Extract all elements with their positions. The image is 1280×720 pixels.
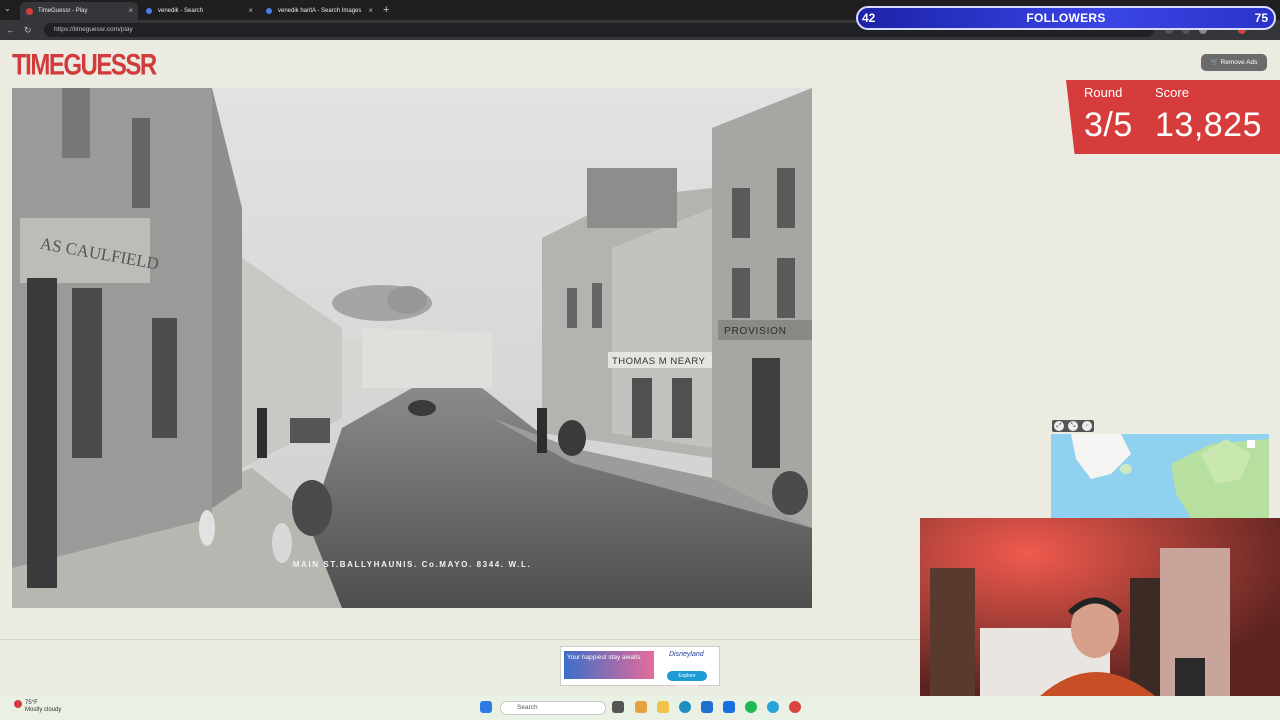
tab-venedik-images[interactable]: venedik haritA - Search Images × [260,2,378,20]
content-divider [0,639,920,640]
close-tab-icon[interactable]: × [248,2,253,20]
expand-map-icon[interactable]: ⤢ [1054,421,1064,431]
back-arrow-icon[interactable]: ← [6,24,15,36]
ad-text: Your happiest stay awaits [564,651,654,679]
tab-title: venedik - Search [158,8,204,14]
advertisement-banner[interactable]: Your happiest stay awaits Disneyland Exp… [560,646,720,689]
right-shop-sign-1: THOMAS M NEARY [612,356,706,367]
ad-explore-button[interactable]: Explore Packages [667,671,707,689]
score-label: Score [1155,85,1189,100]
task-view-icon[interactable] [612,701,624,713]
tab-list-chevron-icon[interactable]: ⌄ [4,4,11,13]
map-size-controls: ⤢ ⤡ − [1052,420,1094,432]
photos-icon[interactable] [635,701,647,713]
weather-icon[interactable] [14,700,22,708]
store-icon[interactable] [701,701,713,713]
tab-title: TimeGuessr - Play [38,8,88,14]
timeguessr-logo[interactable]: TIMEGUESSR [12,48,157,83]
tab-timeguessr[interactable]: TimeGuessr - Play × [20,2,138,20]
timeguessr-favicon-icon [26,8,33,15]
close-tab-icon[interactable]: × [368,2,373,20]
cart-icon: 🛒 [1210,59,1221,66]
search-placeholder: Search [517,704,538,711]
weather-condition: Mostly cloudy [25,707,62,713]
new-tab-plus-icon[interactable]: + [383,2,389,18]
telegram-icon[interactable] [767,701,779,713]
close-tab-icon[interactable]: × [128,2,133,20]
round-value: 3/5 [1084,106,1133,144]
taskbar-search[interactable]: Search [500,701,606,715]
edge-browser-icon[interactable] [679,701,691,713]
tab-venedik-search[interactable]: venedik - Search × [140,2,258,20]
start-windows-icon[interactable] [480,701,492,713]
map-landmass-drawing [1071,434,1269,518]
score-value: 13,825 [1155,106,1262,144]
temperature: 75°F [25,700,38,706]
followers-goal-bar: 42 FOLLOWERS 75 [856,6,1276,30]
streamer-webcam [920,518,1280,696]
weather-widget[interactable]: 75°F Mostly cloudy [25,700,61,714]
webcam-scene-drawing [920,518,1280,696]
historic-street-photo: AS CAULFIELD THOMAS M NEARY PROVISION MA… [12,88,812,608]
search-favicon-icon [266,8,272,14]
street-scene-drawing: AS CAULFIELD THOMAS M NEARY PROVISION MA… [12,88,812,608]
round-label: Round [1084,85,1123,100]
spotify-icon[interactable] [745,701,757,713]
followers-goal: 75 [1254,11,1268,25]
followers-label: FOLLOWERS [1026,11,1106,25]
remove-ads-label: Remove Ads [1220,59,1258,66]
dropbox-icon[interactable] [723,701,735,713]
tab-title: venedik haritA - Search Images [278,8,362,14]
ad-brand: Disneyland [669,651,704,658]
resize-map-icon[interactable]: ⤡ [1068,421,1078,431]
obs-icon[interactable] [789,701,801,713]
remove-ads-button[interactable]: 🛒 Remove Ads [1201,54,1267,71]
guess-map[interactable] [1051,434,1269,518]
map-layers-icon[interactable] [1247,440,1255,448]
file-explorer-icon[interactable] [657,701,669,713]
minimize-map-icon[interactable]: − [1082,421,1092,431]
photo-caption: MAIN ST.BALLYHAUNIS. Co.MAYO. 8344. W.L. [293,560,532,569]
search-favicon-icon [146,8,152,14]
windows-taskbar: 75°F Mostly cloudy Search [0,696,1280,720]
reload-icon[interactable]: ↻ [24,24,32,36]
right-shop-sign-2: PROVISION [724,326,787,337]
score-panel: Round Score 3/5 13,825 [1066,80,1280,154]
